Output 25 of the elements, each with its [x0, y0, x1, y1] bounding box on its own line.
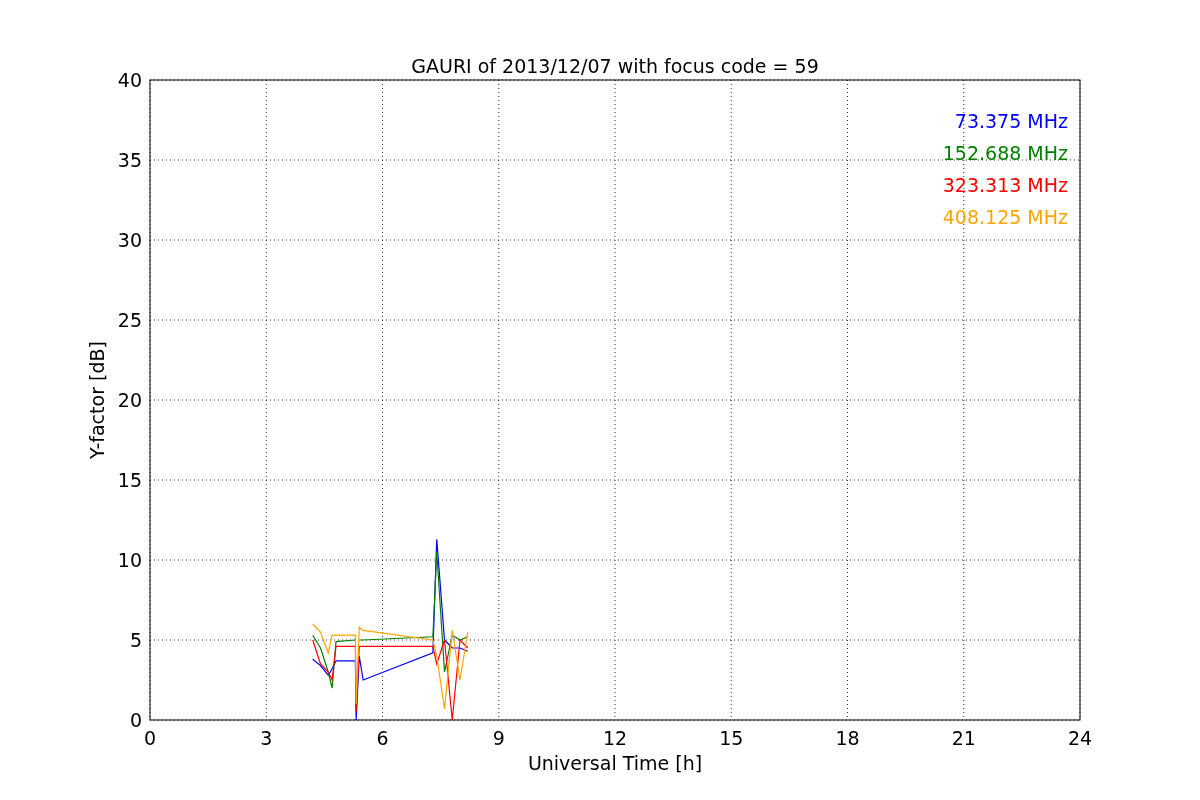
y-tick-label: 5 [129, 629, 142, 651]
x-tick-label: 18 [835, 727, 860, 749]
legend-label: 152.688 MHz [942, 142, 1068, 164]
chart-title: GAURI of 2013/12/07 with focus code = 59 [411, 55, 819, 77]
x-tick-label: 6 [376, 727, 389, 749]
y-tick-label: 0 [129, 709, 142, 731]
y-axis-label: Y-factor [dB] [86, 341, 108, 459]
y-tick-label: 25 [117, 309, 142, 331]
y-tick-label: 20 [117, 389, 142, 411]
x-tick-label: 3 [260, 727, 273, 749]
x-axis-label: Universal Time [h] [527, 752, 703, 774]
x-tick-label: 9 [492, 727, 505, 749]
y-tick-label: 35 [117, 149, 142, 171]
y-tick-label: 15 [117, 469, 142, 491]
legend-label: 408.125 MHz [942, 206, 1068, 228]
y-tick-label: 40 [117, 69, 142, 91]
x-tick-label: 21 [951, 727, 976, 749]
x-tick-label: 12 [602, 727, 628, 749]
y-tick-label: 30 [117, 229, 142, 251]
x-tick-label: 24 [1067, 727, 1093, 749]
legend-label: 323.313 MHz [942, 174, 1068, 196]
x-tick-label: 0 [143, 727, 157, 749]
y-tick-label: 10 [117, 549, 142, 571]
x-tick-label: 15 [719, 727, 744, 749]
legend-label: 73.375 MHz [954, 110, 1068, 132]
